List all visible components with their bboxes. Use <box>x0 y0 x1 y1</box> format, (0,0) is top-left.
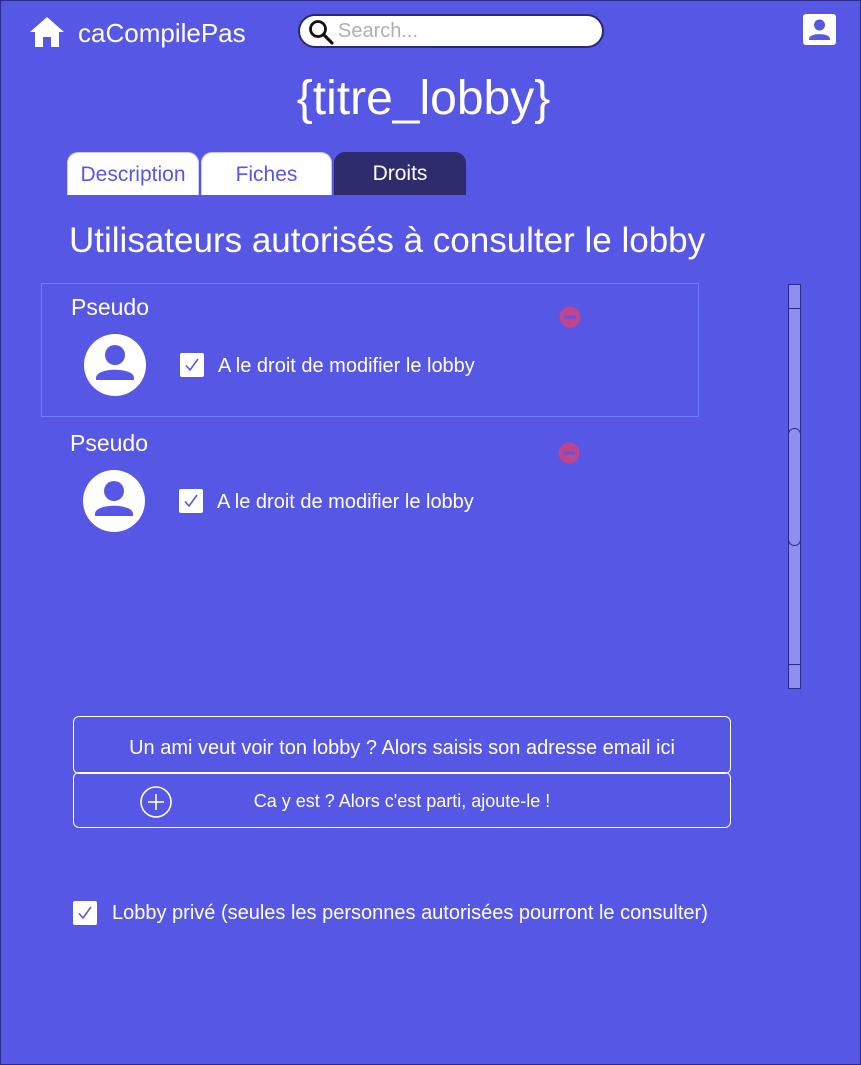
list-item[interactable]: Pseudo A le droit de modifier le lobby <box>41 420 699 554</box>
private-lobby-label: Lobby privé (seules les personnes autori… <box>112 902 708 924</box>
authorized-users-list: Pseudo A le droit de modifier le lobby P… <box>41 283 741 688</box>
add-friend-button[interactable]: Ca y est ? Alors c'est parti, ajoute-le … <box>73 772 731 828</box>
private-lobby-checkbox[interactable] <box>73 901 97 925</box>
scroll-thumb[interactable] <box>788 428 801 546</box>
list-item[interactable]: Pseudo A le droit de modifier le lobby <box>41 283 699 417</box>
search-bar[interactable] <box>298 14 604 48</box>
edit-permission-label: A le droit de modifier le lobby <box>217 491 474 513</box>
lobby-title: {titre_lobby} <box>296 72 551 125</box>
user-pseudo: Pseudo <box>70 430 149 456</box>
edit-permission-checkbox[interactable] <box>179 489 203 513</box>
avatar <box>84 334 146 396</box>
scroll-down-button[interactable] <box>789 664 800 688</box>
remove-user-icon[interactable] <box>558 442 580 464</box>
list-scrollbar[interactable] <box>788 284 801 689</box>
tab-description[interactable]: Description <box>67 152 199 195</box>
app-window: caCompilePas {titre_lobby} Description F… <box>0 0 861 1065</box>
friend-email-input[interactable]: Un ami veut voir ton lobby ? Alors saisi… <box>73 716 731 774</box>
user-pseudo: Pseudo <box>71 294 150 320</box>
search-input[interactable] <box>338 18 594 44</box>
checkmark-icon <box>78 906 92 920</box>
section-title: Utilisateurs autorisés à consulter le lo… <box>69 221 706 260</box>
app-name[interactable]: caCompilePas <box>78 17 246 49</box>
edit-permission-label: A le droit de modifier le lobby <box>218 355 475 377</box>
checkmark-icon <box>185 358 199 372</box>
avatar <box>83 470 145 532</box>
scroll-up-button[interactable] <box>789 285 800 309</box>
checkmark-icon <box>184 494 198 508</box>
search-icon[interactable] <box>308 19 334 45</box>
home-icon[interactable] <box>29 16 65 48</box>
add-friend-label: Ca y est ? Alors c'est parti, ajoute-le … <box>253 791 551 811</box>
tab-droits[interactable]: Droits <box>334 152 466 195</box>
tab-fiches[interactable]: Fiches <box>201 152 332 195</box>
user-account-icon[interactable] <box>803 14 836 45</box>
remove-user-icon[interactable] <box>559 306 581 328</box>
edit-permission-checkbox[interactable] <box>180 353 204 377</box>
plus-circle-icon <box>140 786 172 818</box>
